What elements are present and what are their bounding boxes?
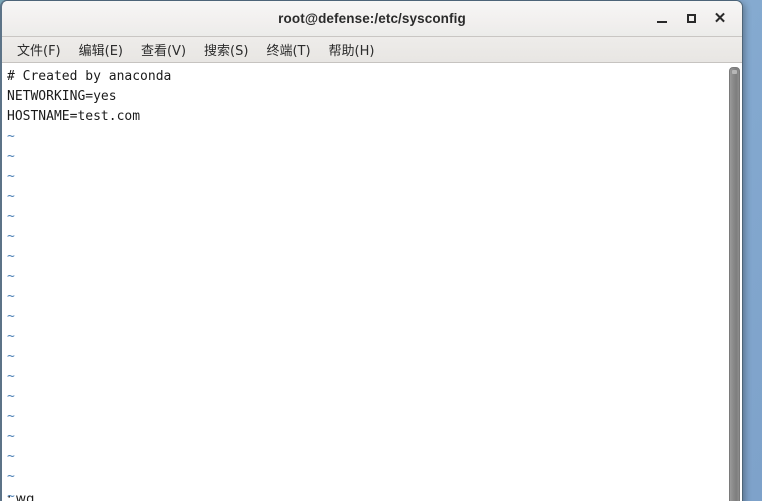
maximize-button[interactable] [677,6,705,32]
terminal-empty-line-marker: ~ [7,189,15,204]
vim-status-line: : wq [7,492,35,501]
menu-bar: 文件(F) 编辑(E) 查看(V) 搜索(S) 终端(T) 帮助(H) [2,37,742,63]
terminal-empty-line-marker: ~ [7,429,15,444]
window-titlebar[interactable]: root@defense:/etc/sysconfig ✕ [2,1,742,37]
terminal-empty-line-marker: ~ [7,269,15,284]
terminal-scrollbar[interactable] [727,63,742,501]
terminal-area: # Created by anaconda NETWORKING=yes HOSTN… [2,63,742,501]
maximize-icon [686,14,696,23]
terminal-window: root@defense:/etc/sysconfig ✕ 文件(F) 编辑(E… [0,0,743,501]
terminal-empty-line-marker: ~ [7,449,15,464]
minimize-button[interactable] [648,6,676,32]
minimize-icon [657,21,667,23]
terminal-empty-line-marker: ~ [7,229,15,244]
terminal-empty-line-marker: ~ [7,129,15,144]
terminal-empty-line-marker: ~ [7,209,15,224]
close-button[interactable]: ✕ [706,6,734,32]
terminal-empty-line-marker: ~ [7,389,15,404]
terminal-empty-line-marker: ~ [7,309,15,324]
terminal-empty-line-marker: ~ [7,169,15,184]
terminal-empty-line-marker: ~ [7,409,15,424]
terminal-empty-line-marker: ~ [7,349,15,364]
terminal-line: HOSTNAME=test.com [7,109,141,124]
close-icon: ✕ [713,10,727,27]
window-controls: ✕ [648,1,734,36]
terminal-empty-line-marker: ~ [7,249,15,264]
terminal-empty-line-marker: ~ [7,489,15,501]
terminal-scrollbar-thumb[interactable] [729,67,740,501]
terminal-empty-line-marker: ~ [7,149,15,164]
menu-help[interactable]: 帮助(H) [320,37,384,63]
terminal-line: NETWORKING=yes [7,89,117,104]
terminal-text-lines: # Created by anaconda NETWORKING=yes HOSTN… [7,67,727,501]
menu-search[interactable]: 搜索(S) [195,37,257,63]
terminal-empty-line-marker: ~ [7,369,15,384]
menu-view[interactable]: 查看(V) [132,37,195,63]
terminal-empty-line-marker: ~ [7,469,15,484]
menu-file[interactable]: 文件(F) [8,37,70,63]
terminal-line: # Created by anaconda [7,69,172,84]
terminal-empty-line-marker: ~ [7,289,15,304]
menu-terminal[interactable]: 终端(T) [257,37,319,63]
terminal-empty-line-marker: ~ [7,329,15,344]
terminal-screen[interactable]: # Created by anaconda NETWORKING=yes HOSTN… [2,63,727,501]
window-title: root@defense:/etc/sysconfig [278,11,466,26]
menu-edit[interactable]: 编辑(E) [70,37,132,63]
